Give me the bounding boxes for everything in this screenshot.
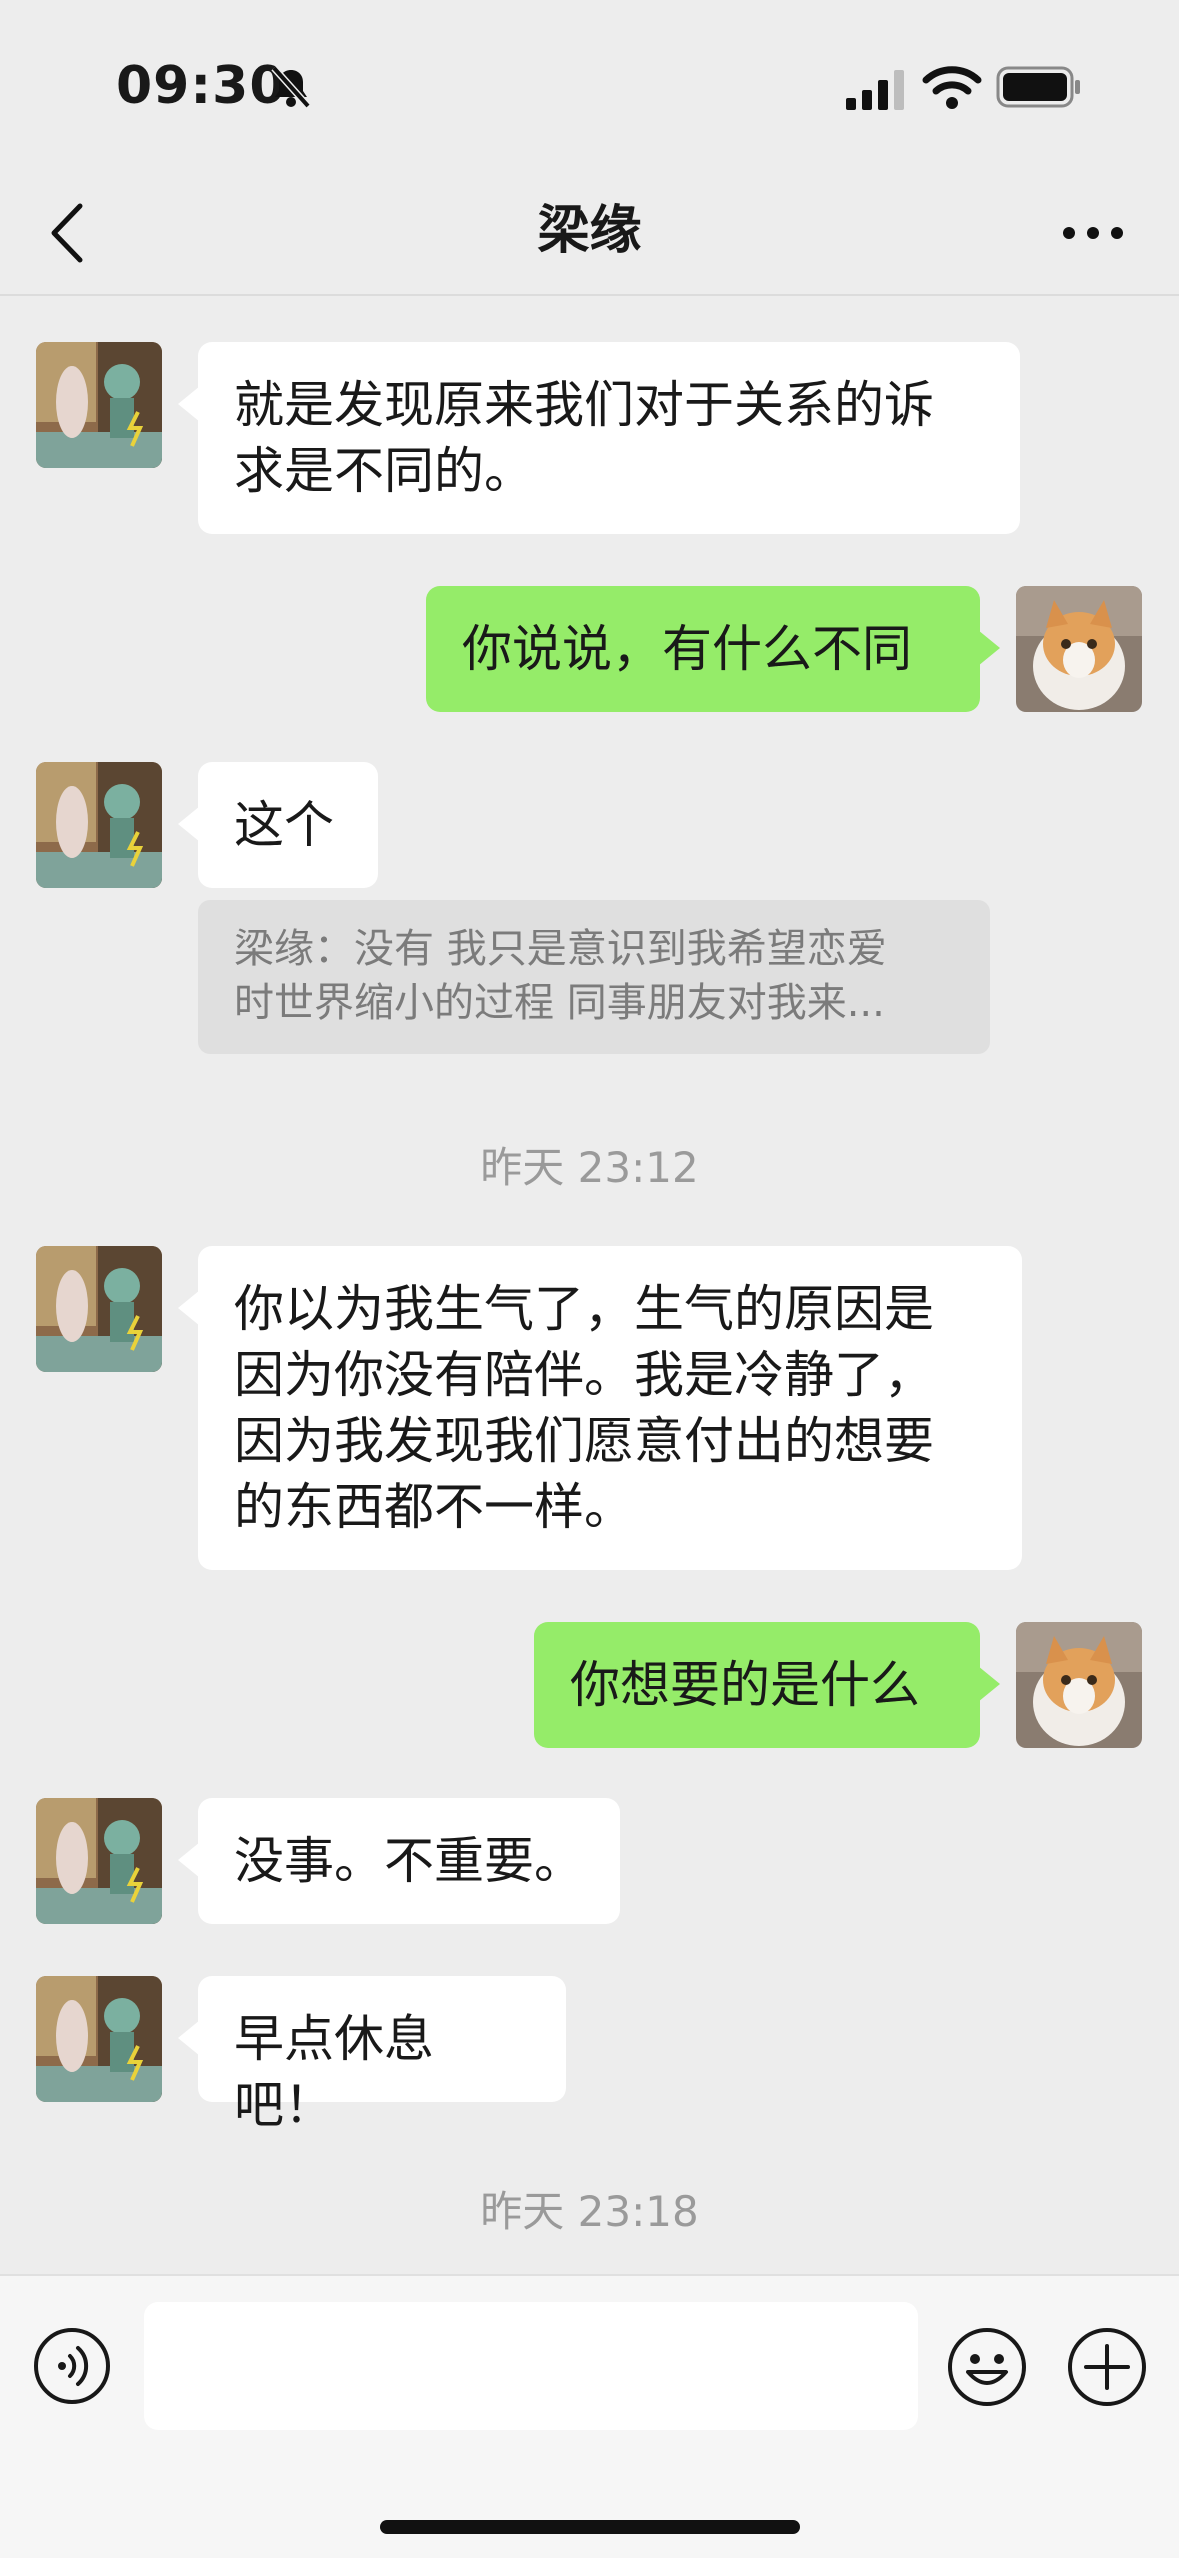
contact-avatar-image: [36, 1976, 162, 2102]
wifi-icon: [922, 66, 982, 109]
message-text-line: 早点休息吧！: [234, 2010, 434, 2134]
message-text-line: 因为你没有陪伴。我是冷静了，: [234, 1346, 934, 1404]
message-list: 就是发现原来我们对于关系的诉 求是不同的。 你说说，有什么不同 这个 梁缘：没有…: [0, 294, 1179, 2274]
timestamp: 昨天 23:12: [480, 1143, 699, 1192]
contact-avatar[interactable]: [36, 342, 162, 468]
status-bar: 09:30: [0, 0, 1179, 170]
message-bubble[interactable]: 没事。不重要。: [178, 1798, 620, 1924]
message-bubble[interactable]: 就是发现原来我们对于关系的诉 求是不同的。: [178, 342, 1020, 534]
input-bar: [0, 2274, 1179, 2558]
message-bubble[interactable]: 你以为我生气了，生气的原因是 因为你没有陪伴。我是冷静了， 因为我发现我们愿意付…: [178, 1246, 1022, 1570]
message-input[interactable]: [144, 2302, 918, 2430]
contact-avatar-image: [36, 1798, 162, 1924]
timestamp: 昨天 23:18: [480, 2187, 699, 2236]
message-text-line: 没事。不重要。: [234, 1832, 584, 1890]
message-bubble-outgoing[interactable]: 你说说，有什么不同: [426, 586, 1000, 712]
my-avatar-image: [1016, 1622, 1142, 1748]
message-text-line: 就是发现原来我们对于关系的诉: [234, 376, 934, 434]
contact-avatar-image: [36, 1246, 162, 1372]
message-text-line: 因为我发现我们愿意付出的想要: [234, 1412, 934, 1470]
emoji-icon[interactable]: [946, 2326, 1028, 2408]
my-avatar[interactable]: [1016, 586, 1142, 712]
my-avatar[interactable]: [1016, 1622, 1142, 1748]
quote-text-line: 时世界缩小的过程 同事朋友对我来...: [234, 980, 885, 1026]
message-text-line: 求是不同的。: [234, 442, 534, 500]
quoted-message[interactable]: 梁缘：没有 我只是意识到我希望恋爱 时世界缩小的过程 同事朋友对我来...: [198, 900, 990, 1054]
message-bubble-outgoing[interactable]: 你想要的是什么: [534, 1622, 1000, 1748]
bell-slash-icon: [271, 65, 311, 109]
plus-icon[interactable]: [1066, 2326, 1148, 2408]
contact-avatar-image: [36, 342, 162, 468]
message-bubble[interactable]: 这个: [178, 762, 378, 888]
contact-avatar[interactable]: [36, 1798, 162, 1924]
more-dots-icon[interactable]: [1060, 210, 1126, 256]
my-avatar-image: [1016, 586, 1142, 712]
message-text-line: 你以为我生气了，生气的原因是: [234, 1280, 934, 1338]
cellular-signal-icon: [846, 70, 904, 110]
battery-icon: [996, 66, 1080, 108]
contact-avatar[interactable]: [36, 762, 162, 888]
message-text-line: 这个: [234, 796, 334, 854]
contact-avatar-image: [36, 762, 162, 888]
message-bubble[interactable]: 早点休息吧！: [178, 1976, 566, 2134]
quote-text-line: 梁缘：没有 我只是意识到我希望恋爱: [234, 926, 887, 972]
message-text-line: 你说说，有什么不同: [462, 620, 912, 678]
chat-header: 梁缘: [0, 170, 1179, 296]
contact-avatar[interactable]: [36, 1976, 162, 2102]
message-text-line: 你想要的是什么: [570, 1656, 920, 1714]
home-indicator: [380, 2520, 800, 2534]
voice-icon[interactable]: [32, 2326, 112, 2406]
message-text-line: 的东西都不一样。: [234, 1478, 634, 1536]
status-time: 09:30: [116, 56, 287, 116]
contact-avatar[interactable]: [36, 1246, 162, 1372]
chat-title: 梁缘: [537, 201, 642, 261]
